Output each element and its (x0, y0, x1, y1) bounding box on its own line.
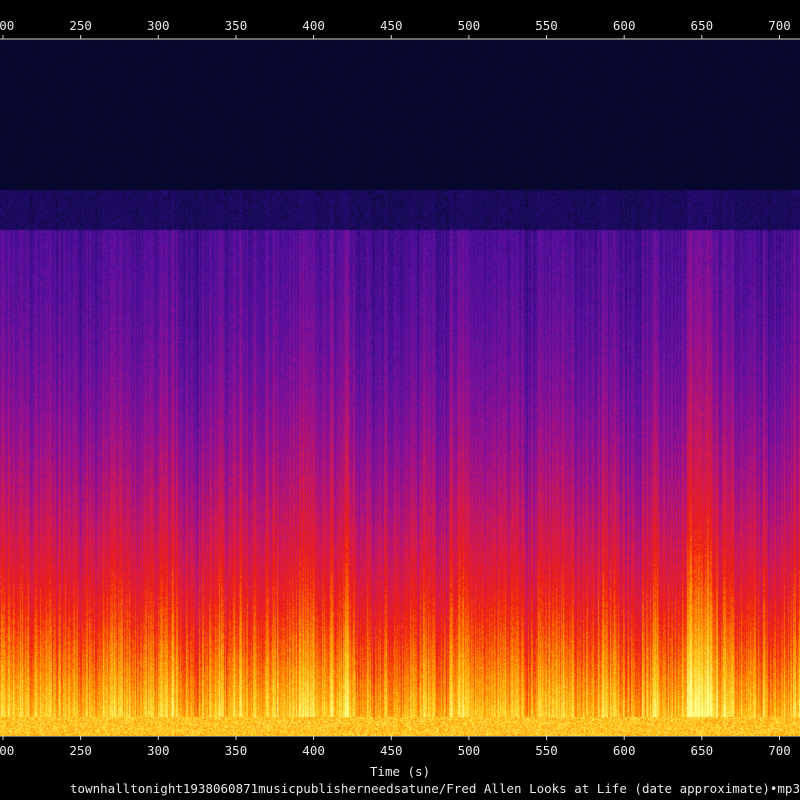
tick-label: 650 (691, 18, 714, 33)
tick-label: 500 (458, 18, 481, 33)
tick-label: 450 (380, 743, 403, 758)
tick-label: 400 (302, 18, 325, 33)
top-time-axis: 2002503003504004505005506006507007508008… (0, 0, 800, 40)
top-axis-svg: 2002503003504004505005506006507007508008… (0, 18, 800, 40)
bottom-axis-svg: 2002503003504004505005506006507007508008… (0, 736, 800, 758)
spectrogram-plot (0, 40, 800, 736)
tick-label: 250 (69, 743, 92, 758)
tick-label: 200 (0, 743, 14, 758)
tick-label: 250 (69, 18, 92, 33)
tick-label: 500 (458, 743, 481, 758)
spectrogram-viewer: 2002503003504004505005506006507007508008… (0, 0, 800, 800)
tick-label: 700 (768, 743, 791, 758)
tick-label: 550 (535, 743, 558, 758)
tick-label: 700 (768, 18, 791, 33)
tick-label: 600 (613, 743, 636, 758)
x-axis-label: Time (s) (369, 764, 431, 779)
tick-label: 400 (302, 743, 325, 758)
tick-label: 350 (225, 743, 248, 758)
tick-label: 450 (380, 18, 403, 33)
spectrogram-canvas (0, 40, 800, 736)
tick-label: 350 (225, 18, 248, 33)
tick-label: 550 (535, 18, 558, 33)
tick-label: 600 (613, 18, 636, 33)
tick-label: 300 (147, 743, 170, 758)
tick-label: 200 (0, 18, 14, 33)
tick-label: 650 (691, 743, 714, 758)
file-title: townhalltonight1938060871musicpublishern… (70, 781, 800, 796)
tick-label: 300 (147, 18, 170, 33)
